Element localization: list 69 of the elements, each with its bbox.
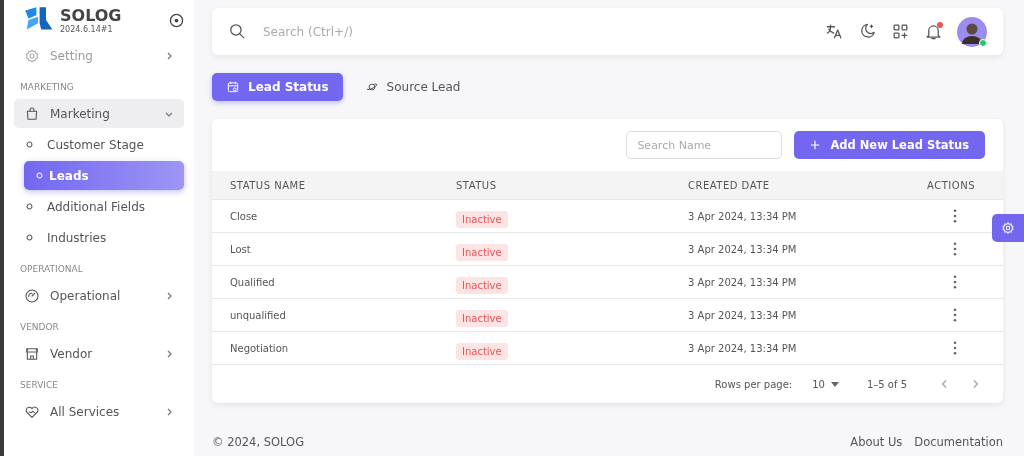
table-cell: unqualified bbox=[230, 309, 286, 321]
apps-icon[interactable] bbox=[891, 22, 910, 41]
column-header: ACTIONS bbox=[926, 179, 976, 191]
heart-icon bbox=[24, 403, 40, 420]
section-heading: VENDOR bbox=[19, 321, 60, 334]
bullet-icon bbox=[26, 141, 33, 148]
menu-item[interactable]: All Services bbox=[14, 397, 184, 426]
settings-button[interactable] bbox=[992, 214, 1024, 242]
status-badge: Inactive bbox=[456, 243, 508, 261]
search-icon bbox=[228, 22, 247, 41]
table-cell: 3 Apr 2024, 13:34 PM bbox=[688, 342, 797, 354]
table-cell: 3 Apr 2024, 13:34 PM bbox=[688, 243, 797, 255]
status-badge: Inactive bbox=[456, 342, 508, 360]
version-label: 2024.6.14#1 bbox=[60, 24, 114, 34]
avatar-icon[interactable] bbox=[957, 16, 987, 47]
status-badge: Inactive bbox=[456, 309, 508, 327]
gauge-icon bbox=[24, 287, 40, 304]
translate-icon[interactable] bbox=[825, 22, 844, 41]
menu-item[interactable]: Operational bbox=[14, 281, 184, 310]
settings-icon bbox=[1001, 221, 1015, 235]
gear-icon bbox=[24, 47, 40, 64]
tab[interactable]: Lead Status bbox=[212, 73, 343, 101]
table-cell: Close bbox=[230, 210, 258, 222]
table-cell: 3 Apr 2024, 13:34 PM bbox=[688, 309, 797, 321]
footer-link[interactable]: About Us bbox=[850, 435, 903, 449]
table-cell: 3 Apr 2024, 13:34 PM bbox=[688, 210, 797, 222]
submenu-item[interactable]: Customer Stage bbox=[14, 130, 184, 159]
column-header: STATUS NAME bbox=[230, 179, 307, 191]
more-icon[interactable] bbox=[953, 308, 957, 322]
store-icon bbox=[24, 345, 40, 362]
submenu-item[interactable]: Leads bbox=[24, 161, 184, 190]
more-icon[interactable] bbox=[953, 341, 957, 355]
plus-icon bbox=[810, 140, 821, 150]
bullet-icon bbox=[26, 203, 33, 210]
bell-icon[interactable] bbox=[924, 22, 943, 41]
rows-per-page-label: Rows per page: bbox=[714, 378, 793, 390]
table-cell: Qualified bbox=[230, 276, 275, 288]
caret-icon bbox=[830, 381, 839, 387]
radio-toggle-icon[interactable] bbox=[169, 12, 184, 28]
brand-name: SOLOG bbox=[60, 6, 123, 25]
more-icon[interactable] bbox=[953, 242, 957, 256]
more-icon[interactable] bbox=[953, 275, 957, 289]
calendar-icon bbox=[226, 80, 240, 94]
more-icon[interactable] bbox=[953, 209, 957, 223]
section-heading: MARKETING bbox=[19, 81, 75, 94]
table-cell: 3 Apr 2024, 13:34 PM bbox=[688, 276, 797, 288]
column-header: CREATED DATE bbox=[688, 179, 771, 191]
bullet-icon bbox=[26, 234, 33, 241]
submenu-item[interactable]: Additional Fields bbox=[14, 192, 184, 221]
copyright-text: © 2024, SOLOG bbox=[212, 435, 305, 449]
add-button[interactable]: Add New Lead Status bbox=[794, 131, 985, 159]
status-badge: Inactive bbox=[456, 276, 508, 294]
page-range: 1–5 of 5 bbox=[866, 378, 907, 390]
bag-icon bbox=[24, 105, 40, 122]
table-cell: Lost bbox=[230, 243, 251, 255]
menu-item[interactable]: Vendor bbox=[14, 339, 184, 368]
footer-link[interactable]: Documentation bbox=[914, 435, 1003, 449]
status-badge: Inactive bbox=[456, 210, 508, 228]
submenu-item[interactable]: Industries bbox=[14, 223, 184, 252]
section-heading: SERVICE bbox=[19, 379, 59, 392]
menu-item[interactable]: Marketing bbox=[14, 99, 184, 128]
bullet-icon bbox=[36, 172, 43, 179]
moon-icon[interactable] bbox=[858, 22, 877, 41]
table-cell: Negotiation bbox=[230, 342, 289, 354]
tab[interactable]: Source Lead bbox=[350, 73, 475, 101]
column-header: STATUS bbox=[456, 179, 498, 191]
section-heading: OPERATIONAL bbox=[19, 263, 84, 276]
search-field[interactable]: Search Name bbox=[626, 131, 783, 159]
rows-per-page-select[interactable]: 10 bbox=[812, 378, 839, 390]
